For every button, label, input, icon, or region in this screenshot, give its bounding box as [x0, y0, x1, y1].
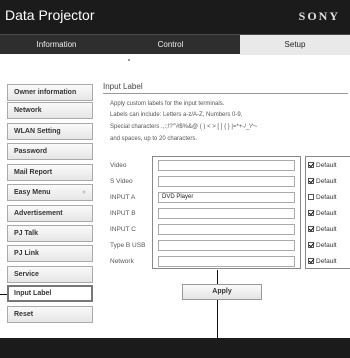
sidebar-item-input-label[interactable]: Input Label	[7, 285, 93, 302]
input-label-type-b-usb: Type B USB	[110, 242, 146, 249]
checkbox-checked-icon	[308, 258, 314, 264]
checkbox-checked-icon	[308, 226, 314, 232]
type-b-usb-default-checkbox[interactable]: Default	[308, 242, 337, 249]
tab-setup[interactable]: Setup	[240, 35, 350, 55]
sidebar-item-label: Password	[14, 148, 48, 155]
input-label-network: Network	[110, 258, 134, 265]
sidebar-item-owner-information[interactable]: Owner information	[7, 84, 93, 101]
type-b-usb-label-field[interactable]	[158, 240, 295, 251]
sidebar-item-reset[interactable]: Reset	[7, 306, 93, 323]
input-b-default-checkbox[interactable]: Default	[308, 210, 337, 217]
checkbox-label: Default	[316, 258, 337, 265]
description-line: Apply custom labels for the input termin…	[110, 101, 225, 107]
input-a-label-field[interactable]: DVD Player	[158, 192, 295, 203]
checkbox-checked-icon	[308, 162, 314, 168]
input-b-label-field[interactable]	[158, 208, 295, 219]
checkbox-label: Default	[316, 194, 337, 201]
indicator-dot	[128, 59, 130, 61]
sidebar-item-label: Easy Menu	[14, 189, 51, 196]
sidebar-item-label: Owner information	[14, 89, 77, 96]
network-label-field[interactable]	[158, 256, 295, 267]
sidebar-item-label: Input Label	[14, 290, 52, 297]
description-line: Special characters .,:;!?'"#$%&@ ( ) < >…	[110, 124, 258, 130]
checkbox-unchecked-icon	[308, 194, 314, 200]
checkbox-checked-icon	[308, 210, 314, 216]
input-label-input-c: INPUT C	[110, 226, 136, 233]
sidebar-item-label: WLAN Setting	[14, 128, 61, 135]
sidebar-item-service[interactable]: Service	[7, 266, 93, 283]
checkbox-label: Default	[316, 226, 337, 233]
tab-bar: Information Control Setup	[0, 34, 350, 55]
sidebar-item-pj-link[interactable]: PJ Link	[7, 245, 93, 262]
sidebar-item-label: Network	[14, 107, 42, 114]
page-title: Input Label	[103, 82, 143, 91]
sidebar-item-label: Mail Report	[14, 169, 53, 176]
sidebar-item-easy-menu[interactable]: Easy Menu »	[7, 184, 93, 201]
callout-line-sidebar	[0, 294, 7, 295]
description-line: Labels can include: Letters a-z/A-Z, Num…	[110, 112, 243, 118]
sidebar-item-password[interactable]: Password	[7, 143, 93, 160]
brand-logo: SONY	[298, 9, 340, 23]
input-label-s-video: S Video	[110, 178, 133, 185]
checkbox-checked-icon	[308, 178, 314, 184]
video-label-field[interactable]	[158, 160, 295, 171]
tab-information[interactable]: Information	[0, 35, 113, 55]
sidebar-item-label: Service	[14, 271, 39, 278]
input-a-default-checkbox[interactable]: Default	[308, 194, 337, 201]
s-video-default-checkbox[interactable]: Default	[308, 178, 337, 185]
input-c-default-checkbox[interactable]: Default	[308, 226, 337, 233]
sidebar-item-advertisement[interactable]: Advertisement	[7, 205, 93, 222]
divider	[103, 93, 348, 94]
checkbox-checked-icon	[308, 242, 314, 248]
checkbox-label: Default	[316, 162, 337, 169]
input-label-video: Video	[110, 162, 127, 169]
title-bar: Data Projector SONY	[0, 0, 350, 34]
s-video-label-field[interactable]	[158, 176, 295, 187]
sidebar-item-network[interactable]: Network	[7, 102, 93, 119]
apply-button[interactable]: Apply	[182, 284, 262, 300]
tab-control[interactable]: Control	[113, 35, 228, 55]
sidebar-item-label: Advertisement	[14, 210, 63, 217]
app-title: Data Projector	[5, 7, 95, 23]
chevron-right-icon: »	[82, 189, 86, 196]
sidebar-item-pj-talk[interactable]: PJ Talk	[7, 225, 93, 242]
sidebar-item-label: PJ Link	[14, 250, 39, 257]
checkbox-label: Default	[316, 242, 337, 249]
sidebar-item-label: PJ Talk	[14, 230, 38, 237]
sidebar-item-mail-report[interactable]: Mail Report	[7, 164, 93, 181]
input-label-input-b: INPUT B	[110, 210, 136, 217]
input-c-label-field[interactable]	[158, 224, 295, 235]
video-default-checkbox[interactable]: Default	[308, 162, 337, 169]
description-line: and spaces, up to 20 characters.	[110, 136, 198, 142]
sidebar-item-label: Reset	[14, 311, 34, 318]
checkbox-label: Default	[316, 210, 337, 217]
network-default-checkbox[interactable]: Default	[308, 258, 337, 265]
checkbox-label: Default	[316, 178, 337, 185]
footer-bar	[0, 338, 350, 358]
sidebar-item-wlan-setting[interactable]: WLAN Setting	[7, 123, 93, 140]
input-label-input-a: INPUT A	[110, 194, 136, 201]
